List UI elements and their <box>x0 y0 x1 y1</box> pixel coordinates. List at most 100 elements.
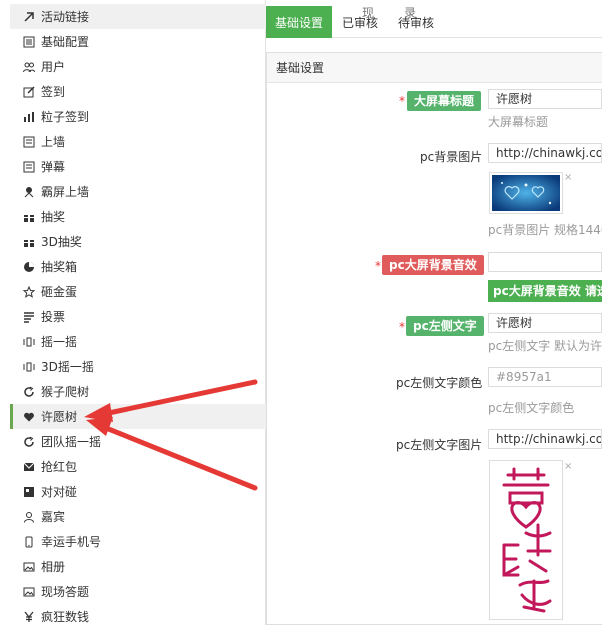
sidebar-item-label: 摇一摇 <box>41 335 78 349</box>
sidebar-item-label: 许愿树 <box>41 410 78 424</box>
refresh-icon <box>22 435 36 449</box>
envelope-icon <box>22 460 36 474</box>
sidebar-item-3d-lottery[interactable]: 3D抽奖 <box>10 229 266 254</box>
tab-basic-settings[interactable]: 基础设置 <box>266 6 332 38</box>
tab-bar: 基础设置 已审核 待审核 <box>266 6 602 38</box>
sidebar-item-quiz[interactable]: 现场答题 <box>10 579 266 604</box>
sidebar-item-match[interactable]: 对对碰 <box>10 479 266 504</box>
crown-icon <box>22 185 36 199</box>
sidebar-item-label: 投票 <box>41 310 66 324</box>
big-title-input[interactable]: 许愿树 <box>488 89 602 109</box>
tab-approved[interactable]: 已审核 <box>332 6 388 38</box>
pc-left-text-image-label: pc左侧文字图片 <box>396 438 483 452</box>
sidebar-item-wall[interactable]: 上墙 <box>10 129 266 154</box>
sidebar-item-label: 上墙 <box>41 135 66 149</box>
sidebar-item-count-money[interactable]: 疯狂数钱 <box>10 604 266 625</box>
sidebar-item-label: 粒子签到 <box>41 110 90 124</box>
sidebar-item-label: 抽奖箱 <box>41 260 78 274</box>
sidebar-item-label: 抢红包 <box>41 460 78 474</box>
sidebar-item-label: 疯狂数钱 <box>41 610 90 624</box>
sidebar-item-label: 弹幕 <box>41 160 66 174</box>
sidebar-item-lottery[interactable]: 抽奖 <box>10 204 266 229</box>
user-icon <box>22 510 36 524</box>
heart-icon <box>22 410 36 424</box>
sidebar-item-label: 抽奖 <box>41 210 66 224</box>
pc-left-text-color-help: pc左侧文字颜色 <box>488 401 575 415</box>
bars-icon <box>22 110 36 124</box>
remove-image-icon[interactable]: × <box>564 461 572 472</box>
sidebar-item-barrage[interactable]: 弹幕 <box>10 154 266 179</box>
pc-bg-music-select-button[interactable]: pc大屏背景音效 请选 <box>488 280 602 302</box>
sidebar-item-signin[interactable]: 签到 <box>10 79 266 104</box>
panel-title: 基础设置 <box>267 53 602 83</box>
sidebar-item-lucky-phone[interactable]: 幸运手机号 <box>10 529 266 554</box>
sidebar-item-basic-config[interactable]: 基础配置 <box>10 29 266 54</box>
sidebar-item-label: 幸运手机号 <box>41 535 102 549</box>
sidebar-item-label: 砸金蛋 <box>41 285 78 299</box>
sidebar-item-activity-link[interactable]: 活动链接 <box>10 4 266 29</box>
sidebar-item-guests[interactable]: 嘉宾 <box>10 504 266 529</box>
required-mark: * <box>399 320 405 334</box>
pc-bg-music-label: pc大屏背景音效 <box>382 255 484 275</box>
sidebar-item-label: 猴子爬树 <box>41 385 90 399</box>
pie-icon <box>22 260 36 274</box>
pc-bg-image-thumbnail[interactable] <box>489 172 563 214</box>
sidebar-item-label: 嘉宾 <box>41 510 66 524</box>
sidebar-item-vote[interactable]: 投票 <box>10 304 266 329</box>
sidebar-item-lottery-box[interactable]: 抽奖箱 <box>10 254 266 279</box>
sidebar-item-label: 对对碰 <box>41 485 78 499</box>
shake-icon <box>22 335 36 349</box>
big-title-label: 大屏幕标题 <box>407 91 482 111</box>
remove-image-icon[interactable]: × <box>564 172 572 183</box>
phone-icon <box>22 535 36 549</box>
sidebar-item-label: 签到 <box>41 85 66 99</box>
sidebar-item-label: 基础配置 <box>41 35 90 49</box>
sidebar-item-label: 3D抽奖 <box>41 235 82 249</box>
pc-left-text-help: pc左侧文字 默认为许愿 <box>488 339 602 353</box>
list-icon <box>22 160 36 174</box>
users-icon <box>22 60 36 74</box>
sidebar-item-golden-egg[interactable]: 砸金蛋 <box>10 279 266 304</box>
pc-bg-music-input[interactable] <box>488 252 602 272</box>
sidebar-item-album[interactable]: 相册 <box>10 554 266 579</box>
edit-icon <box>22 85 36 99</box>
big-title-help: 大屏幕标题 <box>488 115 549 129</box>
sidebar-item-monkey-climb[interactable]: 猴子爬树 <box>10 379 266 404</box>
pc-left-text-input[interactable]: 许愿树 <box>488 313 602 333</box>
link-icon <box>22 10 36 24</box>
pc-left-text-image-thumbnail[interactable] <box>489 460 563 620</box>
pc-bg-image-label: pc背景图片 <box>420 150 483 164</box>
money-icon <box>22 610 36 624</box>
required-mark: * <box>399 94 405 108</box>
gift-icon <box>22 235 36 249</box>
sidebar-item-particle-signin[interactable]: 粒子签到 <box>10 104 266 129</box>
image-icon <box>22 585 36 599</box>
tab-pending[interactable]: 待审核 <box>388 6 444 38</box>
refresh-icon <box>22 385 36 399</box>
wedding-calligraphy-image <box>502 467 552 613</box>
sidebar-item-3d-shake[interactable]: 3D摇一摇 <box>10 354 266 379</box>
pc-left-text-image-input[interactable]: http://chinawkj.com/ <box>488 429 602 449</box>
gift-icon <box>22 210 36 224</box>
sidebar-item-domination-wall[interactable]: 霸屏上墙 <box>10 179 266 204</box>
sidebar-item-label: 活动链接 <box>41 10 90 24</box>
sidebar-item-shake[interactable]: 摇一摇 <box>10 329 266 354</box>
settings-icon <box>22 35 36 49</box>
image-icon <box>22 560 36 574</box>
pc-bg-image-help: pc背景图片 规格1440 <box>488 223 602 237</box>
shake-icon <box>22 360 36 374</box>
required-mark: * <box>375 259 381 273</box>
sidebar-item-label: 团队摇一摇 <box>41 435 102 449</box>
sidebar-item-wish-tree[interactable]: 许愿树 <box>10 404 266 429</box>
sidebar-item-label: 用户 <box>41 60 66 74</box>
pc-left-text-color-input[interactable]: #8957a1 <box>488 367 602 387</box>
vote-icon <box>22 310 36 324</box>
pc-bg-image-input[interactable]: http://chinawkj.com/ <box>488 143 602 163</box>
list-icon <box>22 135 36 149</box>
app-root: 理 心 理 理 现 录 活动链接 基础配置 用户 <box>0 0 602 625</box>
sidebar-item-users[interactable]: 用户 <box>10 54 266 79</box>
sidebar-item-red-packet[interactable]: 抢红包 <box>10 454 266 479</box>
sidebar-item-label: 现场答题 <box>41 585 90 599</box>
pc-left-text-label: pc左侧文字 <box>406 316 484 336</box>
sidebar-item-team-shake[interactable]: 团队摇一摇 <box>10 429 266 454</box>
